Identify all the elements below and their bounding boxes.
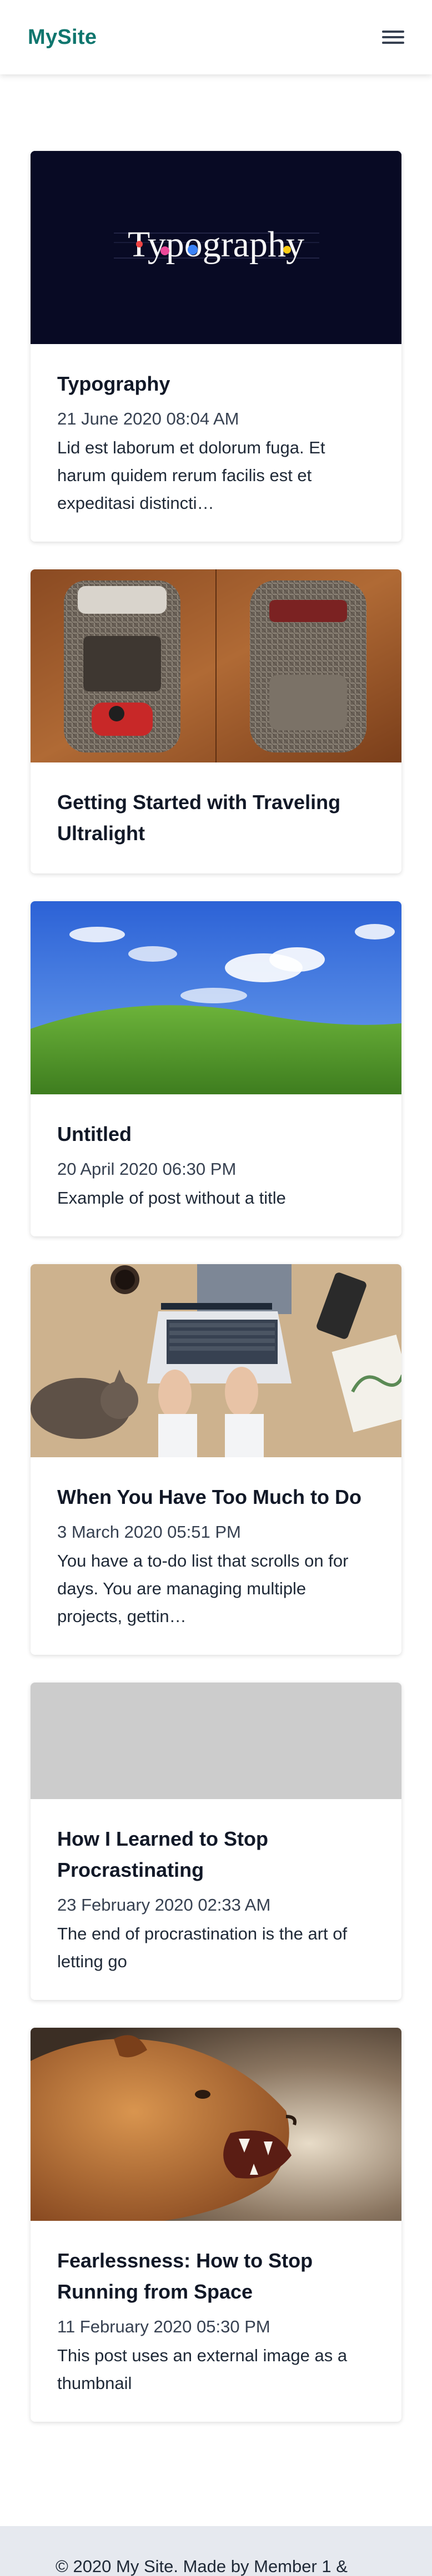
post-card-too-much-to-do[interactable]: When You Have Too Much to Do 3 March 202… [31,1264,401,1655]
post-excerpt: The end of procrastination is the art of… [57,1924,348,1971]
site-footer: © 2020 My Site. Made by Member 1 & [0,2526,432,2576]
post-excerpt: Example of post without a title [57,1188,286,1208]
typography-thumbnail-image: Typography [31,151,401,344]
hamburger-menu-icon[interactable] [382,29,404,46]
site-header: MySite [0,0,432,74]
post-thumbnail[interactable] [31,901,401,1094]
svg-text:Typography: Typography [128,224,304,265]
post-card-body: When You Have Too Much to Do 3 March 202… [31,1457,401,1655]
post-date: 21 June 2020 08:04 AM [57,409,239,428]
post-card-body: Fearlessness: How to Stop Running from S… [31,2221,401,2422]
hamburger-line [382,36,404,38]
post-card-body: Getting Started with Traveling Ultraligh… [31,762,401,873]
post-title[interactable]: Fearlessness: How to Stop Running from S… [57,2245,375,2307]
lioness-thumbnail-image [31,2028,401,2221]
post-title[interactable]: Typography [57,368,375,400]
post-card-typography[interactable]: Typography Typography 21 June 2020 08:04… [31,151,401,542]
desk-laptop-thumbnail-image [31,1264,401,1457]
post-card-untitled[interactable]: Untitled 20 April 2020 06:30 PM Example … [31,901,401,1236]
hamburger-line [382,31,404,33]
post-title[interactable]: How I Learned to Stop Procrastinating [57,1824,375,1886]
post-title[interactable]: Untitled [57,1119,375,1150]
post-card-traveling-ultralight[interactable]: Getting Started with Traveling Ultraligh… [31,569,401,873]
green-hill-thumbnail-image [31,901,401,1094]
backpacks-thumbnail-image [31,569,401,762]
post-excerpt: You have a to-do list that scrolls on fo… [57,1551,349,1626]
post-title[interactable]: Getting Started with Traveling Ultraligh… [57,787,375,849]
post-date: 3 March 2020 05:51 PM [57,1522,241,1542]
post-list: Typography Typography 21 June 2020 08:04… [0,74,432,2422]
post-card-stop-procrastinating[interactable]: How I Learned to Stop Procrastinating 23… [31,1683,401,2000]
site-logo[interactable]: MySite [28,26,97,49]
post-thumbnail[interactable] [31,1264,401,1457]
post-card-body: Typography 21 June 2020 08:04 AM Lid est… [31,344,401,542]
post-thumbnail[interactable]: Typography [31,151,401,344]
post-card-body: Untitled 20 April 2020 06:30 PM Example … [31,1094,401,1236]
post-title[interactable]: When You Have Too Much to Do [57,1482,375,1513]
post-date: 23 February 2020 02:33 AM [57,1895,271,1915]
post-date: 11 February 2020 05:30 PM [57,2317,270,2336]
post-thumbnail-placeholder[interactable] [31,1683,401,1799]
post-thumbnail[interactable] [31,2028,401,2221]
post-card-body: How I Learned to Stop Procrastinating 23… [31,1799,401,2000]
footer-copyright: © 2020 My Site. Made by Member 1 & [56,2557,348,2576]
post-excerpt: This post uses an external image as a th… [57,2346,348,2393]
post-card-fearlessness[interactable]: Fearlessness: How to Stop Running from S… [31,2028,401,2422]
hamburger-line [382,42,404,44]
post-date: 20 April 2020 06:30 PM [57,1159,237,1179]
post-thumbnail[interactable] [31,569,401,762]
post-excerpt: Lid est laborum et dolorum fuga. Et haru… [57,438,325,513]
